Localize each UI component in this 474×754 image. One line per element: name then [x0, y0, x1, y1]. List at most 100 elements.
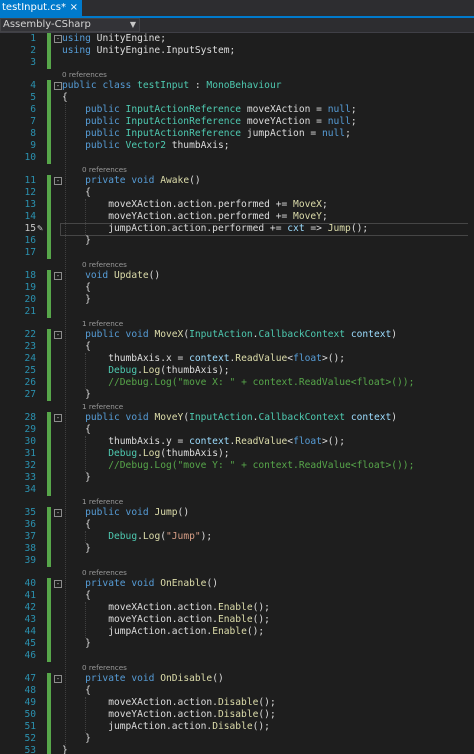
code-line[interactable]: 8 public InputActionReference jumpAction… — [0, 128, 474, 140]
code-line[interactable]: 5{ — [0, 92, 474, 104]
code-line[interactable]: 17 — [0, 247, 474, 259]
code-line[interactable]: 20 } — [0, 294, 474, 306]
code-line[interactable]: 34 — [0, 484, 474, 496]
line-number: 53 — [24, 745, 36, 754]
code-editor[interactable]: 1- using UnityEngine; 2 using UnityEngine.I… — [0, 33, 474, 754]
codelens-label[interactable]: 0 references — [62, 69, 107, 80]
code-text: public void Jump() — [62, 507, 189, 519]
codelens-references[interactable]: 1 reference — [0, 401, 474, 412]
code-line[interactable]: 31 Debug.Log(thumbAxis); — [0, 448, 474, 460]
code-line[interactable]: 25 Debug.Log(thumbAxis); — [0, 365, 474, 377]
code-line[interactable]: 35 - public void Jump() — [0, 507, 474, 519]
code-line[interactable]: 4 - public class testInput : MonoBehaviour — [0, 80, 474, 92]
code-line[interactable]: 23 { — [0, 341, 474, 353]
collapse-icon[interactable]: - — [54, 272, 62, 280]
code-token: } — [62, 543, 91, 554]
collapse-icon[interactable]: - — [54, 414, 62, 422]
code-line[interactable]: 38 } — [0, 543, 474, 555]
vertical-scrollbar[interactable] — [468, 33, 474, 754]
code-line[interactable]: 36 { — [0, 519, 474, 531]
code-line[interactable]: 21 — [0, 306, 474, 318]
code-text: { — [62, 187, 91, 199]
codelens-references[interactable]: 0 references — [0, 69, 474, 80]
code-line[interactable]: 43 moveYAction.action.Enable(); — [0, 614, 474, 626]
codelens-label[interactable]: 1 reference — [82, 401, 123, 412]
code-token: ) — [391, 412, 398, 423]
code-line[interactable]: 13 moveXAction.action.performed += MoveX… — [0, 199, 474, 211]
code-line[interactable]: 37 Debug.Log("Jump"); — [0, 531, 474, 543]
code-line[interactable]: 10 — [0, 152, 474, 164]
code-line[interactable]: 6 public InputActionReference moveXActio… — [0, 104, 474, 116]
indent-guide — [65, 104, 66, 745]
collapse-icon[interactable]: - — [54, 82, 62, 90]
code-line[interactable]: 44 jumpAction.action.Enable(); — [0, 626, 474, 638]
code-line[interactable]: 16 } — [0, 235, 474, 247]
codelens-references[interactable]: 0 references — [0, 662, 474, 673]
code-line[interactable]: 40 - private void OnEnable() — [0, 578, 474, 590]
code-token: public — [85, 329, 120, 340]
code-line[interactable]: 32 //Debug.Log("move Y: " + context.Read… — [0, 460, 474, 472]
code-line[interactable]: 12 { — [0, 187, 474, 199]
code-line[interactable]: 49 moveXAction.action.Disable(); — [0, 697, 474, 709]
collapse-icon[interactable]: - — [54, 177, 62, 185]
collapse-icon[interactable]: - — [54, 509, 62, 517]
code-line[interactable]: 22 - public void MoveX(InputAction.Callba… — [0, 329, 474, 341]
codelens-references[interactable]: 0 references — [0, 567, 474, 578]
code-line[interactable]: 30 thumbAxis.y = context.ReadValue<float… — [0, 436, 474, 448]
code-token: InputActionReference — [125, 128, 242, 139]
code-line[interactable]: 11 - private void Awake() — [0, 175, 474, 187]
codelens-label[interactable]: 0 references — [82, 259, 127, 270]
code-line[interactable]: 26 //Debug.Log("move X: " + context.Read… — [0, 377, 474, 389]
code-line[interactable]: 3 — [0, 57, 474, 69]
codelens-references[interactable]: 1 reference — [0, 318, 474, 329]
codelens-label[interactable]: 1 reference — [82, 496, 123, 507]
code-line[interactable]: 45 } — [0, 638, 474, 650]
code-line[interactable]: 48 { — [0, 685, 474, 697]
code-line[interactable]: 33 } — [0, 472, 474, 484]
project-dropdown[interactable]: Assembly-CSharp ▼ — [0, 18, 140, 32]
code-line[interactable]: 9 public Vector2 thumbAxis; — [0, 140, 474, 152]
code-line[interactable]: 7 public InputActionReference moveYActio… — [0, 116, 474, 128]
code-line[interactable]: 39 — [0, 555, 474, 567]
codelens-label[interactable]: 1 reference — [82, 318, 123, 329]
code-token: InputActionReference — [125, 116, 242, 127]
code-line[interactable]: 28 - public void MoveY(InputAction.Callba… — [0, 412, 474, 424]
code-text: private void Awake() — [62, 175, 201, 187]
codelens-references[interactable]: 0 references — [0, 259, 474, 270]
code-line[interactable]: 53} — [0, 745, 474, 754]
code-line[interactable]: 19 { — [0, 282, 474, 294]
collapse-icon[interactable]: - — [54, 580, 62, 588]
code-text: jumpAction.action.performed += cxt => Ju… — [62, 223, 368, 235]
codelens-label[interactable]: 0 references — [82, 662, 127, 673]
collapse-icon[interactable]: - — [54, 675, 62, 683]
code-line[interactable]: 47 - private void OnDisable() — [0, 673, 474, 685]
code-token: { — [62, 424, 91, 435]
code-line[interactable]: 18 - void Update() — [0, 270, 474, 282]
code-line[interactable]: 52 } — [0, 733, 474, 745]
code-line[interactable]: 29 { — [0, 424, 474, 436]
code-token: void — [125, 412, 149, 423]
code-line[interactable]: 1 - using UnityEngine; — [0, 33, 474, 45]
code-line[interactable]: 42 moveXAction.action.Enable(); — [0, 602, 474, 614]
line-number: 17 — [24, 247, 36, 258]
code-line[interactable]: 14 moveYAction.action.performed += MoveY… — [0, 211, 474, 223]
code-line[interactable]: 41 { — [0, 590, 474, 602]
code-line[interactable]: 15 ✎ jumpAction.action.performed += cxt =… — [0, 223, 474, 236]
code-line[interactable]: 50 moveYAction.action.Disable(); — [0, 709, 474, 721]
code-line[interactable]: 24 thumbAxis.x = context.ReadValue<float… — [0, 353, 474, 365]
codelens-references[interactable]: 0 references — [0, 164, 474, 175]
line-number: 16 — [24, 235, 36, 246]
code-line[interactable]: 46 — [0, 650, 474, 662]
pencil-icon[interactable]: ✎ — [37, 223, 43, 235]
code-line[interactable]: 2 using UnityEngine.InputSystem; — [0, 45, 474, 57]
codelens-label[interactable]: 0 references — [82, 164, 127, 175]
close-icon[interactable]: × — [70, 0, 78, 16]
code-line[interactable]: 27 } — [0, 389, 474, 401]
collapse-icon[interactable]: - — [54, 331, 62, 339]
tab-testinput[interactable]: testInput.cs* × — [0, 0, 82, 16]
collapse-icon[interactable]: - — [54, 35, 62, 43]
codelens-references[interactable]: 1 reference — [0, 496, 474, 507]
code-line[interactable]: 51 jumpAction.action.Disable(); — [0, 721, 474, 733]
change-indicator — [47, 353, 51, 365]
codelens-label[interactable]: 0 references — [82, 567, 127, 578]
